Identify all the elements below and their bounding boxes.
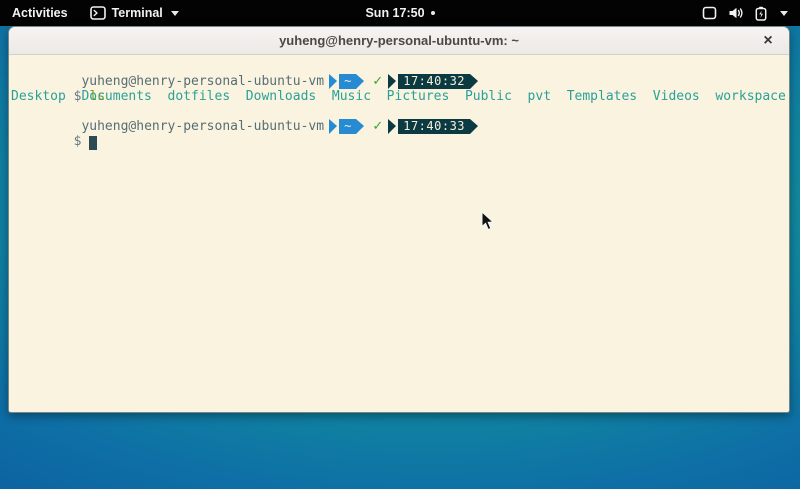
screen-icon [702,6,717,20]
text-cursor [89,136,97,150]
powerline-arrow-icon [329,74,337,89]
powerline-arrow-icon [470,119,478,134]
powerline-arrow-icon [329,119,337,134]
powerline-arrow-icon [388,119,396,134]
prompt-cwd: ~ [339,119,356,134]
chevron-down-icon [171,11,179,16]
close-button[interactable]: × [755,27,781,55]
chevron-down-icon [780,11,788,16]
prompt-time: 17:40:32 [398,74,470,89]
terminal-content[interactable]: yuheng@henry-personal-ubuntu-vm ~ ✓ 17:40:3… [9,55,789,413]
prompt-user-host: yuheng@henry-personal-ubuntu-vm [74,119,324,134]
prompt-dollar: $ [74,134,82,149]
window-title: yuheng@henry-personal-ubuntu-vm: ~ [9,33,789,48]
notification-dot [431,11,435,15]
battery-charging-icon [755,6,767,21]
powerline-arrow-icon [388,74,396,89]
prompt-cwd: ~ [339,74,356,89]
powerline-cwd-segment: ~ [329,119,364,134]
ls-output: Desktop Documents dotfiles Downloads Mus… [11,89,787,104]
powerline-arrow-icon [356,119,364,134]
powerline-arrow-icon [470,74,478,89]
mouse-cursor-icon [481,211,494,236]
prompt-time: 17:40:33 [398,119,470,134]
prompt-line-1: yuheng@henry-personal-ubuntu-vm~✓17:40:3… [11,59,787,74]
status-check-icon: ✓ [372,119,383,134]
powerline-arrow-icon [356,74,364,89]
powerline-time-segment: 17:40:32 [388,74,478,89]
terminal-window: yuheng@henry-personal-ubuntu-vm: ~ × yuh… [8,26,790,413]
window-titlebar[interactable]: yuheng@henry-personal-ubuntu-vm: ~ × [9,27,789,55]
powerline-time-segment: 17:40:33 [388,119,478,134]
clock-label: Sun 17:50 [365,6,424,20]
app-menu-terminal[interactable]: Terminal [80,0,189,26]
prompt-user-host: yuheng@henry-personal-ubuntu-vm [74,74,324,89]
top-bar: Activities Terminal Sun 17:50 [0,0,800,26]
activities-button[interactable]: Activities [0,0,80,26]
system-status-area[interactable] [690,0,800,26]
status-check-icon: ✓ [372,74,383,89]
terminal-icon [90,6,106,20]
desktop-wallpaper: Activities Terminal Sun 17:50 [0,0,800,489]
prompt-line-2: yuheng@henry-personal-ubuntu-vm~✓17:40:3… [11,104,787,119]
volume-icon [728,6,744,20]
powerline-cwd-segment: ~ [329,74,364,89]
app-menu-label: Terminal [112,6,163,20]
